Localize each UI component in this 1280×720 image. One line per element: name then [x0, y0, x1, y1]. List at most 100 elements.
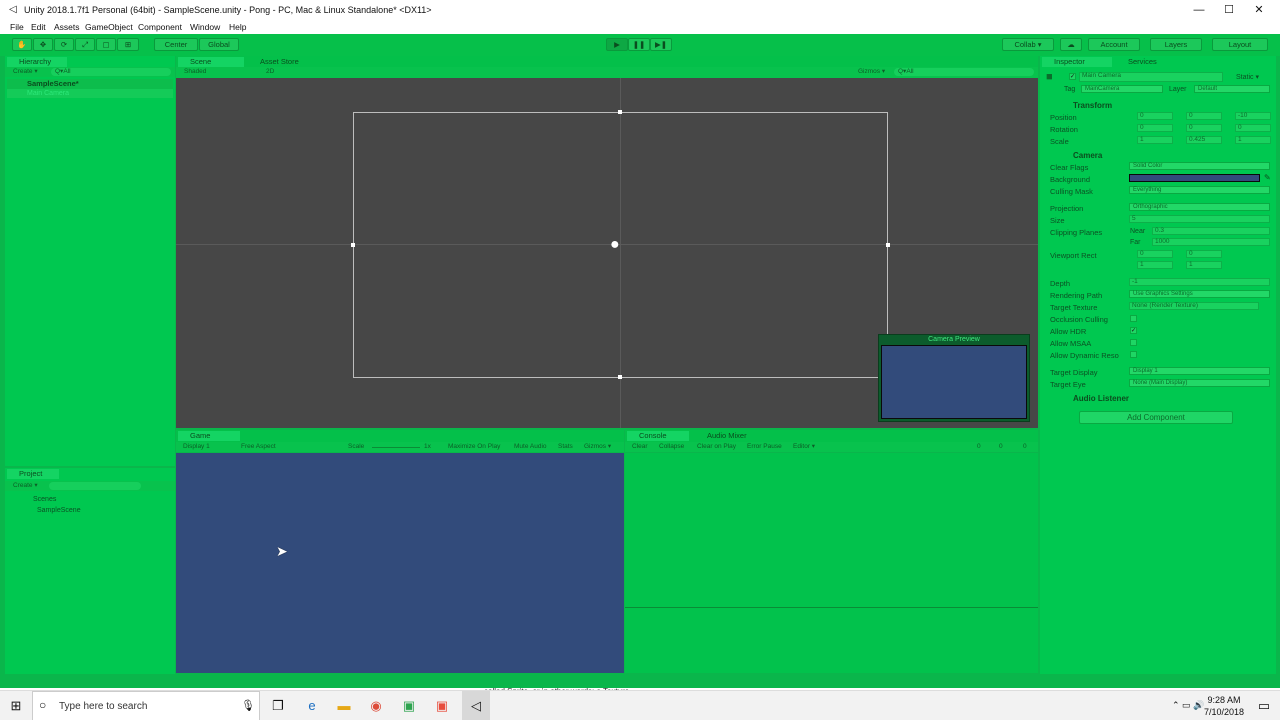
scale-tool-icon[interactable]: ⤢ — [75, 38, 95, 51]
system-tray-icon[interactable]: ⌃ ▭ 🔊 — [1172, 700, 1204, 711]
pause-button[interactable]: ❚❚ — [628, 38, 650, 51]
clear-flags-dropdown[interactable]: Solid Color — [1129, 162, 1270, 170]
console-log-count[interactable]: 0 — [977, 442, 981, 452]
rect-handle[interactable] — [886, 243, 890, 247]
camera-gizmo-icon[interactable]: ● — [610, 236, 620, 254]
target-texture-field[interactable]: None (Render Texture) — [1129, 302, 1259, 310]
menu-file[interactable]: File — [10, 22, 24, 32]
static-toggle[interactable]: Static ▾ — [1236, 73, 1259, 81]
tab-scene[interactable]: Scene — [178, 57, 244, 67]
viewport-x-field[interactable]: 0 — [1137, 250, 1173, 258]
windows-start-icon[interactable]: ⊞ — [6, 696, 26, 716]
allow-dynamic-resolution-checkbox[interactable] — [1130, 351, 1137, 358]
step-button[interactable]: ▶❚ — [650, 38, 672, 51]
transform-tool-icon[interactable]: ⊞ — [117, 38, 139, 51]
maximize-on-play-toggle[interactable]: Maximize On Play — [448, 442, 500, 452]
projection-dropdown[interactable]: Orthographic — [1129, 203, 1270, 211]
rendering-path-dropdown[interactable]: Use Graphics Settings — [1129, 290, 1270, 298]
viewport-y-field[interactable]: 0 — [1186, 250, 1222, 258]
transform-header[interactable]: Transform — [1043, 100, 1275, 111]
console-warning-count[interactable]: 0 — [999, 442, 1003, 452]
rotation-y-field[interactable]: 0 — [1186, 124, 1222, 132]
console-collapse-toggle[interactable]: Collapse — [659, 442, 684, 452]
close-button[interactable]: ✕ — [1244, 2, 1274, 18]
aspect-dropdown[interactable]: Free Aspect — [241, 442, 276, 452]
file-explorer-icon[interactable]: ▬ — [334, 696, 354, 716]
rotation-z-field[interactable]: 0 — [1235, 124, 1271, 132]
size-field[interactable]: 5 — [1129, 215, 1270, 223]
menu-help[interactable]: Help — [229, 22, 246, 32]
scale-y-field[interactable]: 0.425 — [1186, 136, 1222, 144]
tab-inspector[interactable]: Inspector — [1042, 57, 1112, 67]
notification-icon[interactable]: ▭ — [1254, 696, 1274, 716]
culling-mask-dropdown[interactable]: Everything — [1129, 186, 1270, 194]
depth-field[interactable]: -1 — [1129, 278, 1270, 286]
scale-z-field[interactable]: 1 — [1235, 136, 1271, 144]
play-button[interactable]: ▶ — [606, 38, 628, 51]
layers-dropdown[interactable]: Layers — [1150, 38, 1202, 51]
rotation-x-field[interactable]: 0 — [1137, 124, 1173, 132]
layout-dropdown[interactable]: Layout — [1212, 38, 1268, 51]
game-gizmos-dropdown[interactable]: Gizmos ▾ — [584, 442, 611, 452]
tab-game[interactable]: Game — [178, 431, 240, 441]
project-file-samplescene[interactable]: SampleScene — [27, 507, 81, 514]
hand-tool-icon[interactable]: ✋ — [12, 38, 32, 51]
mute-audio-toggle[interactable]: Mute Audio — [514, 442, 547, 452]
cloud-icon[interactable]: ☁ — [1060, 38, 1082, 51]
app-icon-green[interactable]: ▣ — [399, 696, 419, 716]
microphone-icon[interactable]: 🎙 — [241, 699, 255, 712]
edge-browser-icon[interactable]: e — [302, 696, 322, 716]
project-search-input[interactable] — [49, 482, 141, 490]
stats-toggle[interactable]: Stats — [558, 442, 573, 452]
editor-dropdown[interactable]: Editor ▾ — [793, 442, 815, 452]
viewport-w-field[interactable]: 1 — [1137, 261, 1173, 269]
unity-taskbar-item[interactable]: ◁ — [462, 691, 490, 720]
scale-slider[interactable] — [372, 447, 420, 448]
clear-on-play-toggle[interactable]: Clear on Play — [697, 442, 736, 452]
eyedropper-icon[interactable]: ✎ — [1264, 173, 1271, 182]
tab-hierarchy[interactable]: Hierarchy — [7, 57, 67, 67]
layer-dropdown[interactable]: Default — [1194, 85, 1270, 93]
target-eye-dropdown[interactable]: None (Main Display) — [1129, 379, 1270, 387]
game-viewport[interactable] — [176, 453, 624, 673]
tab-console[interactable]: Console — [627, 431, 689, 441]
taskbar-search-input[interactable]: Type here to search — [59, 701, 147, 712]
tab-audio-mixer[interactable]: Audio Mixer — [695, 431, 765, 441]
console-error-count[interactable]: 0 — [1023, 442, 1027, 452]
viewport-h-field[interactable]: 1 — [1186, 261, 1222, 269]
menu-edit[interactable]: Edit — [31, 22, 46, 32]
tab-asset-store[interactable]: Asset Store — [248, 57, 318, 67]
scene-gizmos-dropdown[interactable]: Gizmos ▾ — [858, 67, 885, 77]
maximize-button[interactable]: ☐ — [1214, 2, 1244, 18]
tab-project[interactable]: Project — [7, 469, 59, 479]
minimize-button[interactable]: — — [1184, 2, 1214, 18]
scene-search-input[interactable]: Q▾All — [894, 68, 1034, 76]
mode-2d-toggle[interactable]: 2D — [266, 67, 274, 77]
display-dropdown[interactable]: Display 1 — [183, 442, 210, 452]
pivot-center-button[interactable]: Center — [154, 38, 198, 51]
rect-handle[interactable] — [618, 375, 622, 379]
allow-hdr-checkbox[interactable]: ✓ — [1130, 327, 1137, 334]
background-color-swatch[interactable] — [1129, 174, 1260, 182]
active-checkbox[interactable]: ✓ — [1069, 73, 1076, 80]
menu-window[interactable]: Window — [190, 22, 220, 32]
menu-component[interactable]: Component — [138, 22, 182, 32]
clock-date[interactable]: 7/10/2018 — [1204, 707, 1244, 717]
hierarchy-item-main-camera[interactable]: Main Camera — [7, 89, 173, 98]
far-field[interactable]: 1000 — [1152, 238, 1270, 246]
account-dropdown[interactable]: Account — [1088, 38, 1140, 51]
shading-mode-dropdown[interactable]: Shaded — [184, 67, 206, 77]
project-folder-scenes[interactable]: Scenes — [19, 496, 56, 503]
camera-component-header[interactable]: Camera — [1043, 150, 1275, 161]
add-component-button[interactable]: Add Component — [1079, 411, 1233, 424]
scale-x-field[interactable]: 1 — [1137, 136, 1173, 144]
clock-time[interactable]: 9:28 AM — [1204, 695, 1244, 705]
allow-msaa-checkbox[interactable] — [1130, 339, 1137, 346]
taskbar-search-box[interactable]: ○ Type here to search 🎙 — [32, 691, 260, 720]
audio-listener-header[interactable]: Audio Listener — [1043, 393, 1275, 404]
move-tool-icon[interactable]: ✥ — [33, 38, 53, 51]
scene-viewport[interactable]: ● Camera Preview — [176, 78, 1038, 428]
collab-button[interactable]: Collab ▾ — [1002, 38, 1054, 51]
console-clear-button[interactable]: Clear — [632, 442, 648, 452]
tag-dropdown[interactable]: MainCamera — [1081, 85, 1163, 93]
